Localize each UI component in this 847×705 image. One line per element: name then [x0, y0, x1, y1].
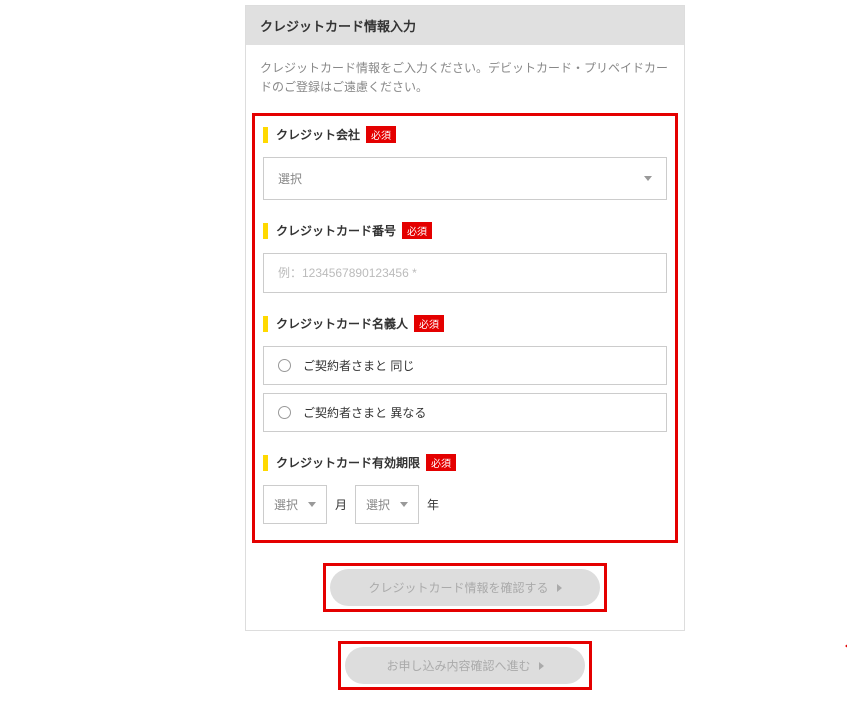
expiry-month-select[interactable]: 選択: [263, 485, 327, 524]
required-badge: 必須: [366, 126, 396, 143]
expiry-year-select[interactable]: 選択: [355, 485, 419, 524]
cardholder-label: クレジットカード名義人: [276, 315, 408, 332]
chevron-down-icon: [308, 502, 316, 507]
field-label-row: クレジットカード名義人 必須: [263, 315, 667, 332]
cardholder-same-option[interactable]: ご契約者さまと 同じ: [263, 346, 667, 385]
cardholder-diff-option[interactable]: ご契約者さまと 異なる: [263, 393, 667, 432]
field-label-row: クレジット会社 必須: [263, 126, 667, 143]
radio-icon: [278, 406, 291, 419]
form-highlight-box: クレジット会社 必須 選択 クレジットカード番号 必須 クレジットカード名義人 …: [252, 113, 678, 543]
confirm-card-button[interactable]: クレジットカード情報を確認する: [330, 569, 600, 606]
expiry-label: クレジットカード有効期限: [276, 454, 420, 471]
accent-bar: [263, 127, 268, 143]
confirm-button-row: クレジットカード情報を確認する: [246, 549, 684, 630]
chevron-right-icon: [557, 584, 562, 592]
panel-header: クレジットカード情報入力: [246, 6, 684, 45]
instruction-text: クレジットカード情報をご入力ください。デビットカード・プリペイドカードのご登録は…: [246, 45, 684, 107]
chevron-down-icon: [644, 176, 652, 181]
radio-icon: [278, 359, 291, 372]
select-placeholder: 選択: [274, 496, 298, 513]
required-badge: 必須: [414, 315, 444, 332]
proceed-button-row: お申し込み内容確認へ進む: [245, 631, 685, 700]
required-badge: 必須: [402, 222, 432, 239]
field-expiry: クレジットカード有効期限 必須 選択 月 選択 年: [263, 454, 667, 524]
month-unit: 月: [335, 496, 347, 513]
chevron-down-icon: [400, 502, 408, 507]
credit-company-label: クレジット会社: [276, 126, 360, 143]
expiry-row: 選択 月 選択 年: [263, 485, 667, 524]
card-number-input[interactable]: [263, 253, 667, 293]
card-info-panel: クレジットカード情報入力 クレジットカード情報をご入力ください。デビットカード・…: [245, 5, 685, 631]
field-card-number: クレジットカード番号 必須: [263, 222, 667, 293]
panel-title: クレジットカード情報入力: [260, 19, 416, 34]
option-label: ご契約者さまと 異なる: [303, 404, 426, 421]
year-unit: 年: [427, 496, 439, 513]
accent-bar: [263, 455, 268, 471]
required-badge: 必須: [426, 454, 456, 471]
button-label: お申し込み内容確認へ進む: [386, 657, 530, 674]
field-credit-company: クレジット会社 必須 選択: [263, 126, 667, 200]
select-placeholder: 選択: [366, 496, 390, 513]
highlight-box: お申し込み内容確認へ進む: [338, 641, 592, 690]
chevron-right-icon: [539, 662, 544, 670]
accent-bar: [263, 223, 268, 239]
field-cardholder: クレジットカード名義人 必須 ご契約者さまと 同じ ご契約者さまと 異なる: [263, 315, 667, 432]
select-placeholder: 選択: [278, 170, 302, 187]
accent-bar: [263, 316, 268, 332]
highlight-box: クレジットカード情報を確認する: [323, 563, 607, 612]
option-label: ご契約者さまと 同じ: [303, 357, 414, 374]
field-label-row: クレジットカード番号 必須: [263, 222, 667, 239]
card-number-label: クレジットカード番号: [276, 222, 396, 239]
credit-company-select[interactable]: 選択: [263, 157, 667, 200]
proceed-button[interactable]: お申し込み内容確認へ進む: [345, 647, 585, 684]
button-label: クレジットカード情報を確認する: [368, 579, 548, 596]
field-label-row: クレジットカード有効期限 必須: [263, 454, 667, 471]
